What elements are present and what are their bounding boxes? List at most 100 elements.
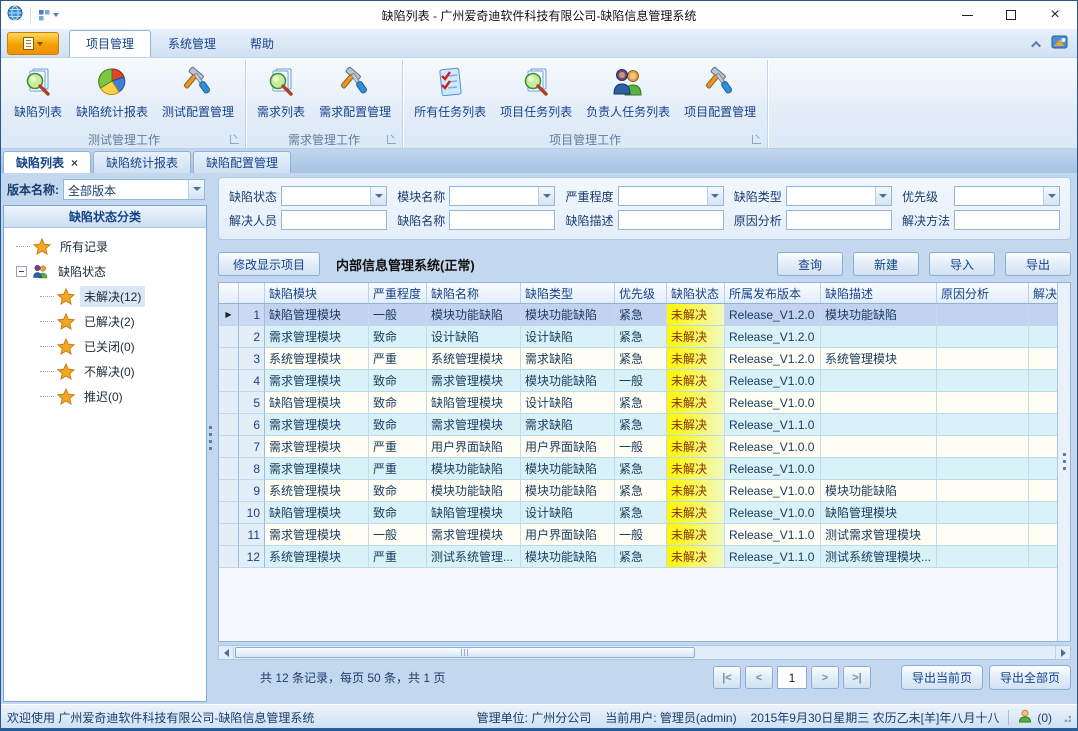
table-row[interactable]: 10缺陷管理模块致命缺陷管理模块设计缺陷紧急未解决Release_V1.0.0缺… xyxy=(219,502,1057,524)
dialog-launcher-icon[interactable] xyxy=(752,135,761,144)
tree-item-推迟(0)[interactable]: 推迟(0) xyxy=(10,384,204,409)
table-row[interactable]: 12系统管理模块严重测试系统管理...模块功能缺陷紧急未解决Release_V1… xyxy=(219,546,1057,568)
chevron-down-icon[interactable] xyxy=(875,187,891,205)
chevron-down-icon[interactable] xyxy=(188,180,204,199)
collapse-ribbon-icon[interactable] xyxy=(1031,41,1041,51)
resize-grip-icon[interactable] xyxy=(1062,713,1071,722)
modify-display-items-button[interactable]: 修改显示项目 xyxy=(218,252,320,276)
row-indicator xyxy=(219,524,239,546)
grid-header-所属发布版本[interactable]: 所属发布版本 xyxy=(725,283,821,303)
cell-缺陷描述: 模块功能缺陷 xyxy=(821,304,937,326)
row-number: 5 xyxy=(239,392,265,414)
ribbon-button-项目配置管理[interactable]: 项目配置管理 xyxy=(677,62,763,122)
messages-user-icon[interactable] xyxy=(1018,709,1032,726)
action-button-查询[interactable]: 查询 xyxy=(777,252,843,276)
grid-header-缺陷类型[interactable]: 缺陷类型 xyxy=(521,283,615,303)
tree-item-所有记录[interactable]: 所有记录 xyxy=(10,234,204,259)
export-all-pages-button[interactable]: 导出全部页 xyxy=(989,665,1071,690)
table-row[interactable]: ▶1缺陷管理模块一般模块功能缺陷模块功能缺陷紧急未解决Release_V1.2.… xyxy=(219,304,1057,326)
filter-input-缺陷描述[interactable] xyxy=(618,210,724,230)
version-select[interactable]: 全部版本 xyxy=(63,179,205,200)
grid-horizontal-scrollbar[interactable] xyxy=(218,645,1071,660)
table-row[interactable]: 9系统管理模块致命模块功能缺陷模块功能缺陷紧急未解决Release_V1.0.0… xyxy=(219,480,1057,502)
app-menu-button[interactable] xyxy=(7,32,59,55)
scroll-left-button[interactable] xyxy=(219,646,234,659)
action-button-新建[interactable]: 新建 xyxy=(853,252,919,276)
tree-item-未解决(12)[interactable]: 未解决(12) xyxy=(10,284,204,309)
ribbon-tab-项目管理[interactable]: 项目管理 xyxy=(69,30,151,57)
table-row[interactable]: 7需求管理模块严重用户界面缺陷用户界面缺陷一般未解决Release_V1.0.0 xyxy=(219,436,1057,458)
tab-close-icon[interactable]: × xyxy=(71,156,78,170)
table-row[interactable]: 11需求管理模块一般需求管理模块用户界面缺陷一般未解决Release_V1.1.… xyxy=(219,524,1057,546)
skin-gallery-icon[interactable] xyxy=(1051,34,1069,55)
table-row[interactable]: 5缺陷管理模块致命缺陷管理模块设计缺陷紧急未解决Release_V1.0.0 xyxy=(219,392,1057,414)
document-tab-label: 缺陷列表 xyxy=(16,154,64,171)
filter-input-解决人员[interactable] xyxy=(281,210,387,230)
ribbon-button-缺陷统计报表[interactable]: 缺陷统计报表 xyxy=(69,62,155,122)
tree-item-已解决(2)[interactable]: 已解决(2) xyxy=(10,309,204,334)
filter-select-严重程度[interactable] xyxy=(618,186,724,206)
table-row[interactable]: 4需求管理模块致命需求管理模块模块功能缺陷一般未解决Release_V1.0.0 xyxy=(219,370,1057,392)
grid-header-缺陷描述[interactable]: 缺陷描述 xyxy=(821,283,937,303)
chevron-down-icon[interactable] xyxy=(1043,187,1059,205)
close-button[interactable]: × xyxy=(1033,1,1077,29)
prev-page-button[interactable]: < xyxy=(745,666,773,689)
collapse-expander-icon[interactable] xyxy=(16,266,27,277)
filter-select-模块名称[interactable] xyxy=(449,186,555,206)
tree-item-已关闭(0)[interactable]: 已关闭(0) xyxy=(10,334,204,359)
chevron-down-icon[interactable] xyxy=(370,187,386,205)
grid-header-严重程度[interactable]: 严重程度 xyxy=(369,283,427,303)
filter-input-解决方法[interactable] xyxy=(954,210,1060,230)
grid-header-缺陷名称[interactable]: 缺陷名称 xyxy=(427,283,521,303)
ribbon-button-项目任务列表[interactable]: 项目任务列表 xyxy=(493,62,579,122)
scrollbar-thumb[interactable] xyxy=(235,647,695,658)
export-current-page-button[interactable]: 导出当前页 xyxy=(901,665,983,690)
table-row[interactable]: 8需求管理模块严重模块功能缺陷模块功能缺陷紧急未解决Release_V1.0.0 xyxy=(219,458,1057,480)
ribbon-button-负责人任务列表[interactable]: 负责人任务列表 xyxy=(579,62,677,122)
grid-header-缺陷状态[interactable]: 缺陷状态 xyxy=(667,283,725,303)
tree-item-不解决(0)[interactable]: 不解决(0) xyxy=(10,359,204,384)
tree-item-缺陷状态[interactable]: 缺陷状态 xyxy=(10,259,204,284)
maximize-button[interactable] xyxy=(989,1,1033,29)
window-layout-icon[interactable] xyxy=(38,9,59,22)
welcome-text: 欢迎使用 广州爱奇迪软件科技有限公司-缺陷信息管理系统 xyxy=(7,709,314,726)
filter-input-原因分析[interactable] xyxy=(786,210,892,230)
next-page-button[interactable]: > xyxy=(811,666,839,689)
chevron-down-icon[interactable] xyxy=(538,187,554,205)
grid-header-原因分析[interactable]: 原因分析 xyxy=(937,283,1029,303)
chevron-down-icon[interactable] xyxy=(707,187,723,205)
minimize-button[interactable] xyxy=(945,1,989,29)
ribbon-button-所有任务列表[interactable]: 所有任务列表 xyxy=(407,62,493,122)
ribbon-tab-系统管理[interactable]: 系统管理 xyxy=(151,30,233,57)
grid-header-缺陷模块[interactable]: 缺陷模块 xyxy=(265,283,369,303)
page-number-input[interactable] xyxy=(777,666,807,689)
first-page-button[interactable]: |< xyxy=(713,666,741,689)
ribbon-button-需求配置管理[interactable]: 需求配置管理 xyxy=(312,62,398,122)
last-page-button[interactable]: >| xyxy=(843,666,871,689)
filter-select-缺陷状态[interactable] xyxy=(281,186,387,206)
dialog-launcher-icon[interactable] xyxy=(387,135,396,144)
action-button-导出[interactable]: 导出 xyxy=(1005,252,1071,276)
table-row[interactable]: 2需求管理模块致命设计缺陷设计缺陷紧急未解决Release_V1.2.0 xyxy=(219,326,1057,348)
dialog-launcher-icon[interactable] xyxy=(230,135,239,144)
ribbon-button-需求列表[interactable]: 需求列表 xyxy=(250,62,312,122)
action-button-导入[interactable]: 导入 xyxy=(929,252,995,276)
document-tab-缺陷统计报表[interactable]: 缺陷统计报表 xyxy=(93,151,191,173)
table-row[interactable]: 3系统管理模块严重系统管理模块需求缺陷紧急未解决Release_V1.2.0系统… xyxy=(219,348,1057,370)
grid-vertical-scrollbar[interactable] xyxy=(1057,283,1070,641)
grid-header-优先级[interactable]: 优先级 xyxy=(615,283,667,303)
filter-select-缺陷类型[interactable] xyxy=(786,186,892,206)
ribbon-button-测试配置管理[interactable]: 测试配置管理 xyxy=(155,62,241,122)
filter-select-value xyxy=(450,187,538,205)
filter-select-优先级[interactable] xyxy=(954,186,1060,206)
grid-header-解决方法[interactable]: 解决方法 xyxy=(1029,283,1057,303)
ribbon-button-缺陷列表[interactable]: 缺陷列表 xyxy=(7,62,69,122)
table-row[interactable]: 6需求管理模块致命需求管理模块需求缺陷紧急未解决Release_V1.1.0 xyxy=(219,414,1057,436)
scroll-right-button[interactable] xyxy=(1055,646,1070,659)
scrollbar-track[interactable] xyxy=(234,646,1055,659)
filter-input-缺陷名称[interactable] xyxy=(449,210,555,230)
document-tab-缺陷配置管理[interactable]: 缺陷配置管理 xyxy=(193,151,291,173)
ribbon-tab-帮助[interactable]: 帮助 xyxy=(233,30,291,57)
panel-splitter[interactable] xyxy=(207,175,214,702)
document-tab-缺陷列表[interactable]: 缺陷列表 × xyxy=(3,151,91,173)
